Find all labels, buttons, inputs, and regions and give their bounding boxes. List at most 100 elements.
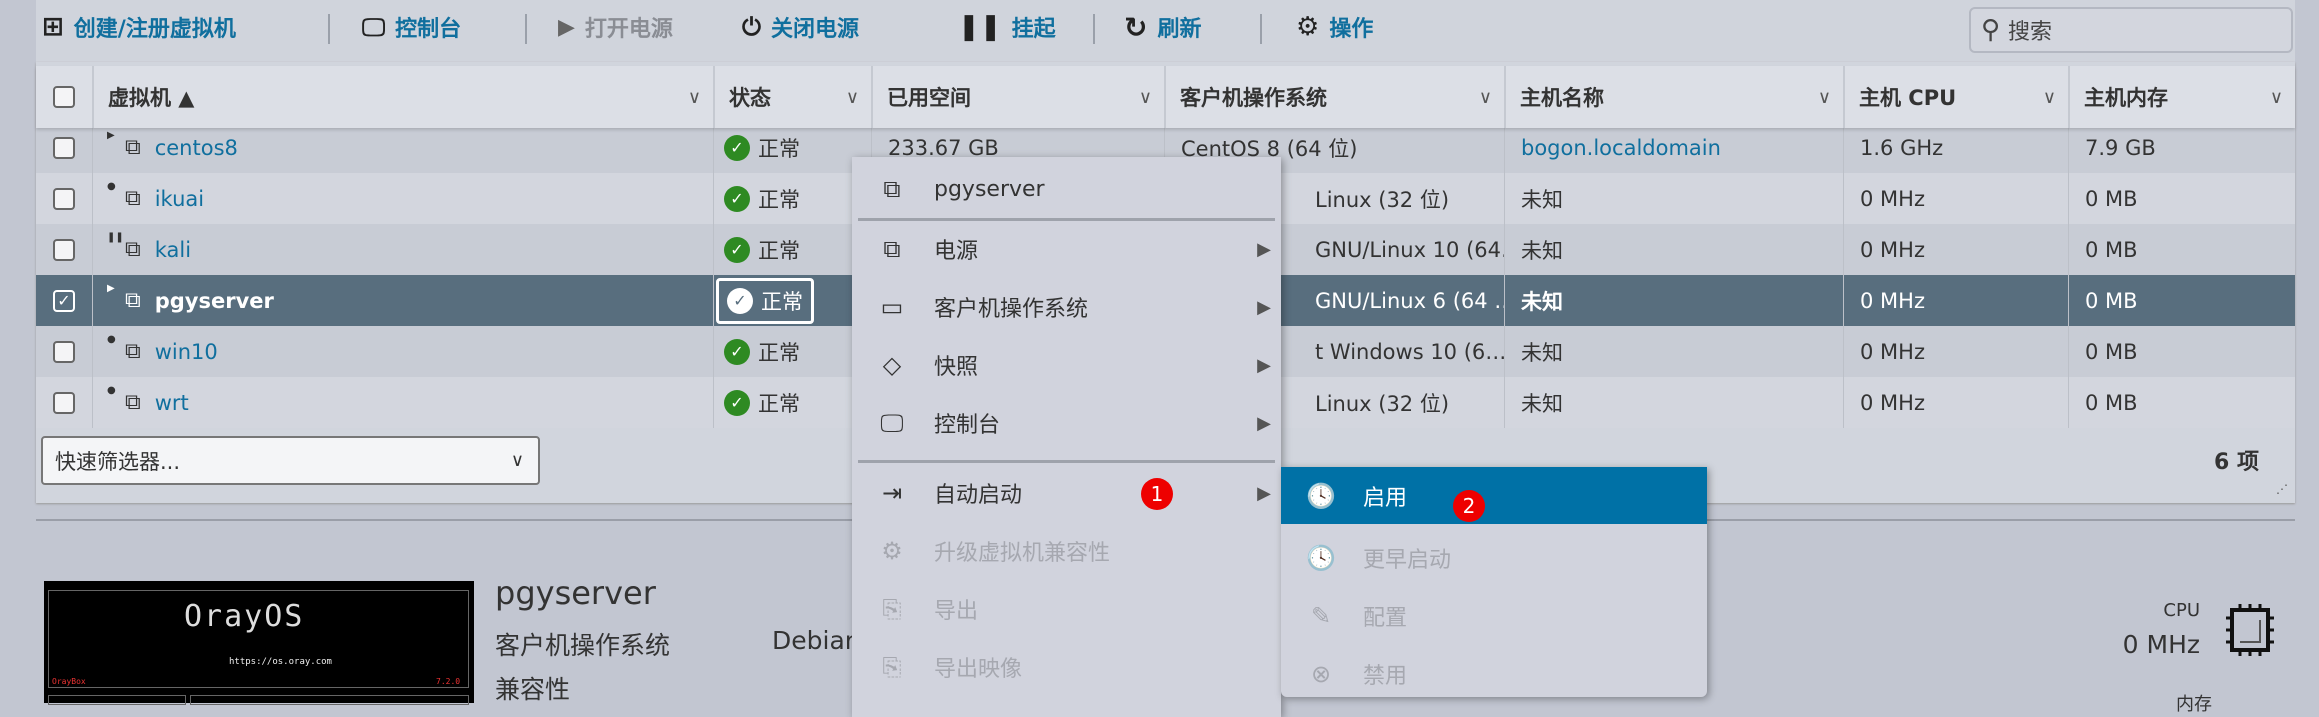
checkbox-box <box>53 340 75 363</box>
running-indicator-icon: ▶ <box>107 130 115 141</box>
submenu-item-label: 配置 <box>1363 606 1408 631</box>
column-header-used-space[interactable]: 已用空间 ∨ <box>871 66 1164 128</box>
menu-item-label: 自动启动 <box>934 483 1023 508</box>
column-label: 已用空间 <box>887 86 971 110</box>
menu-item-3[interactable]: 🖵 控制台 ▶ <box>852 395 1281 451</box>
vm-name-link[interactable]: win10 <box>155 340 218 364</box>
powered-off-indicator-icon: ● <box>107 334 116 345</box>
menu-item-5[interactable]: ⚙ 升级虚拟机兼容性 <box>852 523 1281 579</box>
console-thumbnail[interactable]: OrayOS https://os.oray.com OrayBox 7.2.0 <box>44 581 474 705</box>
host-cpu-cell: 1.6 GHz <box>1843 122 2068 173</box>
gear-icon: ⚙ <box>1296 12 1320 42</box>
vm-name-cell[interactable]: ● ⧉ ikuai <box>92 173 713 224</box>
check-circle-icon: ✓ <box>724 185 750 212</box>
resize-handle-icon[interactable]: ⋰ <box>2276 482 2288 496</box>
details-os-label: 客户机操作系统 <box>495 631 671 660</box>
item-count: 6 项 <box>2214 450 2259 475</box>
menu-item-6[interactable]: ⎘ 导出 <box>852 581 1281 637</box>
menu-item-4[interactable]: ⇥ 自动启动 ▶ <box>852 465 1281 521</box>
submenu-item-0[interactable]: 🕓 启用 <box>1281 467 1707 524</box>
vm-name-link[interactable]: pgyserver <box>155 289 274 313</box>
power-off-button[interactable]: ⏻ 关闭电源 <box>742 12 859 42</box>
submenu-item-1[interactable]: 🕓 更早启动 <box>1281 530 1707 586</box>
row-checkbox[interactable] <box>36 224 92 275</box>
power-on-button[interactable]: ▶ 打开电源 <box>558 12 673 43</box>
check-circle-icon: ✓ <box>724 338 750 365</box>
column-header-host-memory[interactable]: 主机内存 ∨ <box>2068 66 2295 128</box>
chevron-down-icon[interactable]: ∨ <box>846 87 859 108</box>
autostart-icon: ⇥ <box>881 479 903 507</box>
powered-off-indicator-icon: ● <box>107 181 116 192</box>
check-circle-icon: ✓ <box>724 389 750 416</box>
menu-item-0[interactable]: ⧉ 电源 ▶ <box>852 221 1281 277</box>
vm-name-cell[interactable]: ▶ ⧉ pgyserver <box>92 275 713 326</box>
table-header: 虚拟机 ▲ ∨ 状态 ∨ 已用空间 ∨ 客户机操作系统 ∨ 主机名称 ∨ 主机 CPU ∨ … <box>36 66 2295 128</box>
chevron-down-icon[interactable]: ∨ <box>2043 87 2056 108</box>
vm-name-cell[interactable]: ▶ ⧉ centos8 <box>92 122 713 173</box>
vm-name-cell[interactable]: ● ⧉ win10 <box>92 326 713 377</box>
chevron-down-icon[interactable]: ∨ <box>1139 87 1152 108</box>
suspend-button[interactable]: ❚❚ 挂起 <box>958 12 1056 42</box>
actions-button[interactable]: ⚙ 操作 <box>1296 12 1373 42</box>
status-value: ✓ 正常 <box>716 176 808 222</box>
hostname-cell: 未知 <box>1504 224 1843 275</box>
row-checkbox[interactable] <box>36 173 92 224</box>
status-text: 正常 <box>758 187 800 212</box>
check-circle-icon: ✓ <box>724 236 750 263</box>
clock-enable-icon: 🕓 <box>1306 481 1336 510</box>
hostname-cell[interactable]: bogon.localdomain <box>1504 122 1843 173</box>
vm-name-link[interactable]: ikuai <box>155 187 204 211</box>
menu-item-2[interactable]: ◇ 快照 ▶ <box>852 337 1281 393</box>
column-header-status[interactable]: 状态 ∨ <box>713 66 871 128</box>
context-menu: ⧉ pgyserver ⧉ 电源 ▶ ▭ 客户机操作系统 ▶ ◇ 快照 ▶ 🖵 控制台 ▶ ⇥ 自动启动 ▶ ⚙… <box>852 157 1281 717</box>
checkbox-box <box>53 238 75 261</box>
status-cell: ✓ 正常 <box>713 224 871 275</box>
details-title: pgyserver <box>495 574 656 612</box>
vm-name-link[interactable]: centos8 <box>155 136 238 160</box>
vm-name-link[interactable]: wrt <box>155 391 189 415</box>
column-header-host-cpu[interactable]: 主机 CPU ∨ <box>1843 66 2068 128</box>
select-all-checkbox[interactable] <box>36 66 92 128</box>
row-checkbox[interactable] <box>36 377 92 428</box>
create-vm-button[interactable]: ⊞ 创建/注册虚拟机 <box>42 12 236 42</box>
quick-filter-placeholder: 快速筛选器... <box>55 449 181 474</box>
vm-name-link[interactable]: kali <box>155 238 191 262</box>
vm-name-cell[interactable]: ● ⧉ wrt <box>92 377 713 428</box>
row-checkbox[interactable] <box>36 122 92 173</box>
column-header-guest-os[interactable]: 客户机操作系统 ∨ <box>1164 66 1504 128</box>
vm-name-cell[interactable]: ❚❚ ⧉ kali <box>92 224 713 275</box>
vm-icon: ⧉ <box>125 237 141 262</box>
toolbar-divider <box>328 14 330 44</box>
powered-off-indicator-icon: ● <box>107 385 116 396</box>
submenu-item-2[interactable]: ✎ 配置 <box>1281 588 1707 644</box>
column-header-vm[interactable]: 虚拟机 ▲ ∨ <box>92 66 713 128</box>
row-checkbox[interactable] <box>36 326 92 377</box>
details-os-value: Debian <box>772 626 861 655</box>
submenu-item-3[interactable]: ⊗ 禁用 <box>1281 646 1707 702</box>
console-button[interactable]: 🖵 控制台 <box>362 12 461 42</box>
chevron-right-icon: ▶ <box>1257 482 1271 504</box>
column-label: 主机名称 <box>1520 86 1604 110</box>
chevron-down-icon: ∨ <box>510 450 524 471</box>
row-checkbox[interactable]: ✓ <box>36 275 92 326</box>
chevron-down-icon[interactable]: ∨ <box>1818 87 1831 108</box>
menu-item-label: 控制台 <box>934 413 1001 438</box>
column-header-hostname[interactable]: 主机名称 ∨ <box>1504 66 1843 128</box>
refresh-button[interactable]: ↻ 刷新 <box>1124 11 1201 44</box>
autostart-submenu: 🕓 启用 🕓 更早启动 ✎ 配置 ⊗ 禁用 <box>1281 467 1707 697</box>
chevron-down-icon[interactable]: ∨ <box>688 87 701 108</box>
status-cell: ✓ 正常 <box>713 173 871 224</box>
menu-item-7[interactable]: ⎘ 导出映像 <box>852 639 1281 695</box>
menu-item-1[interactable]: ▭ 客户机操作系统 ▶ <box>852 279 1281 335</box>
search-icon: ⚲ <box>1981 15 2001 45</box>
quick-filter-select[interactable]: 快速筛选器... ∨ <box>41 436 540 485</box>
checkbox-box: ✓ <box>53 289 75 312</box>
check-circle-icon: ✓ <box>724 134 750 161</box>
chevron-down-icon[interactable]: ∨ <box>2270 87 2283 108</box>
vm-icon: ⧉ <box>125 339 141 364</box>
chevron-down-icon[interactable]: ∨ <box>1479 87 1492 108</box>
search-input[interactable]: ⚲ 搜索 <box>1969 7 2293 53</box>
status-cell: ✓ 正常 <box>713 326 871 377</box>
pause-icon: ❚❚ <box>958 12 1002 42</box>
monitor-icon: 🖵 <box>880 409 904 437</box>
